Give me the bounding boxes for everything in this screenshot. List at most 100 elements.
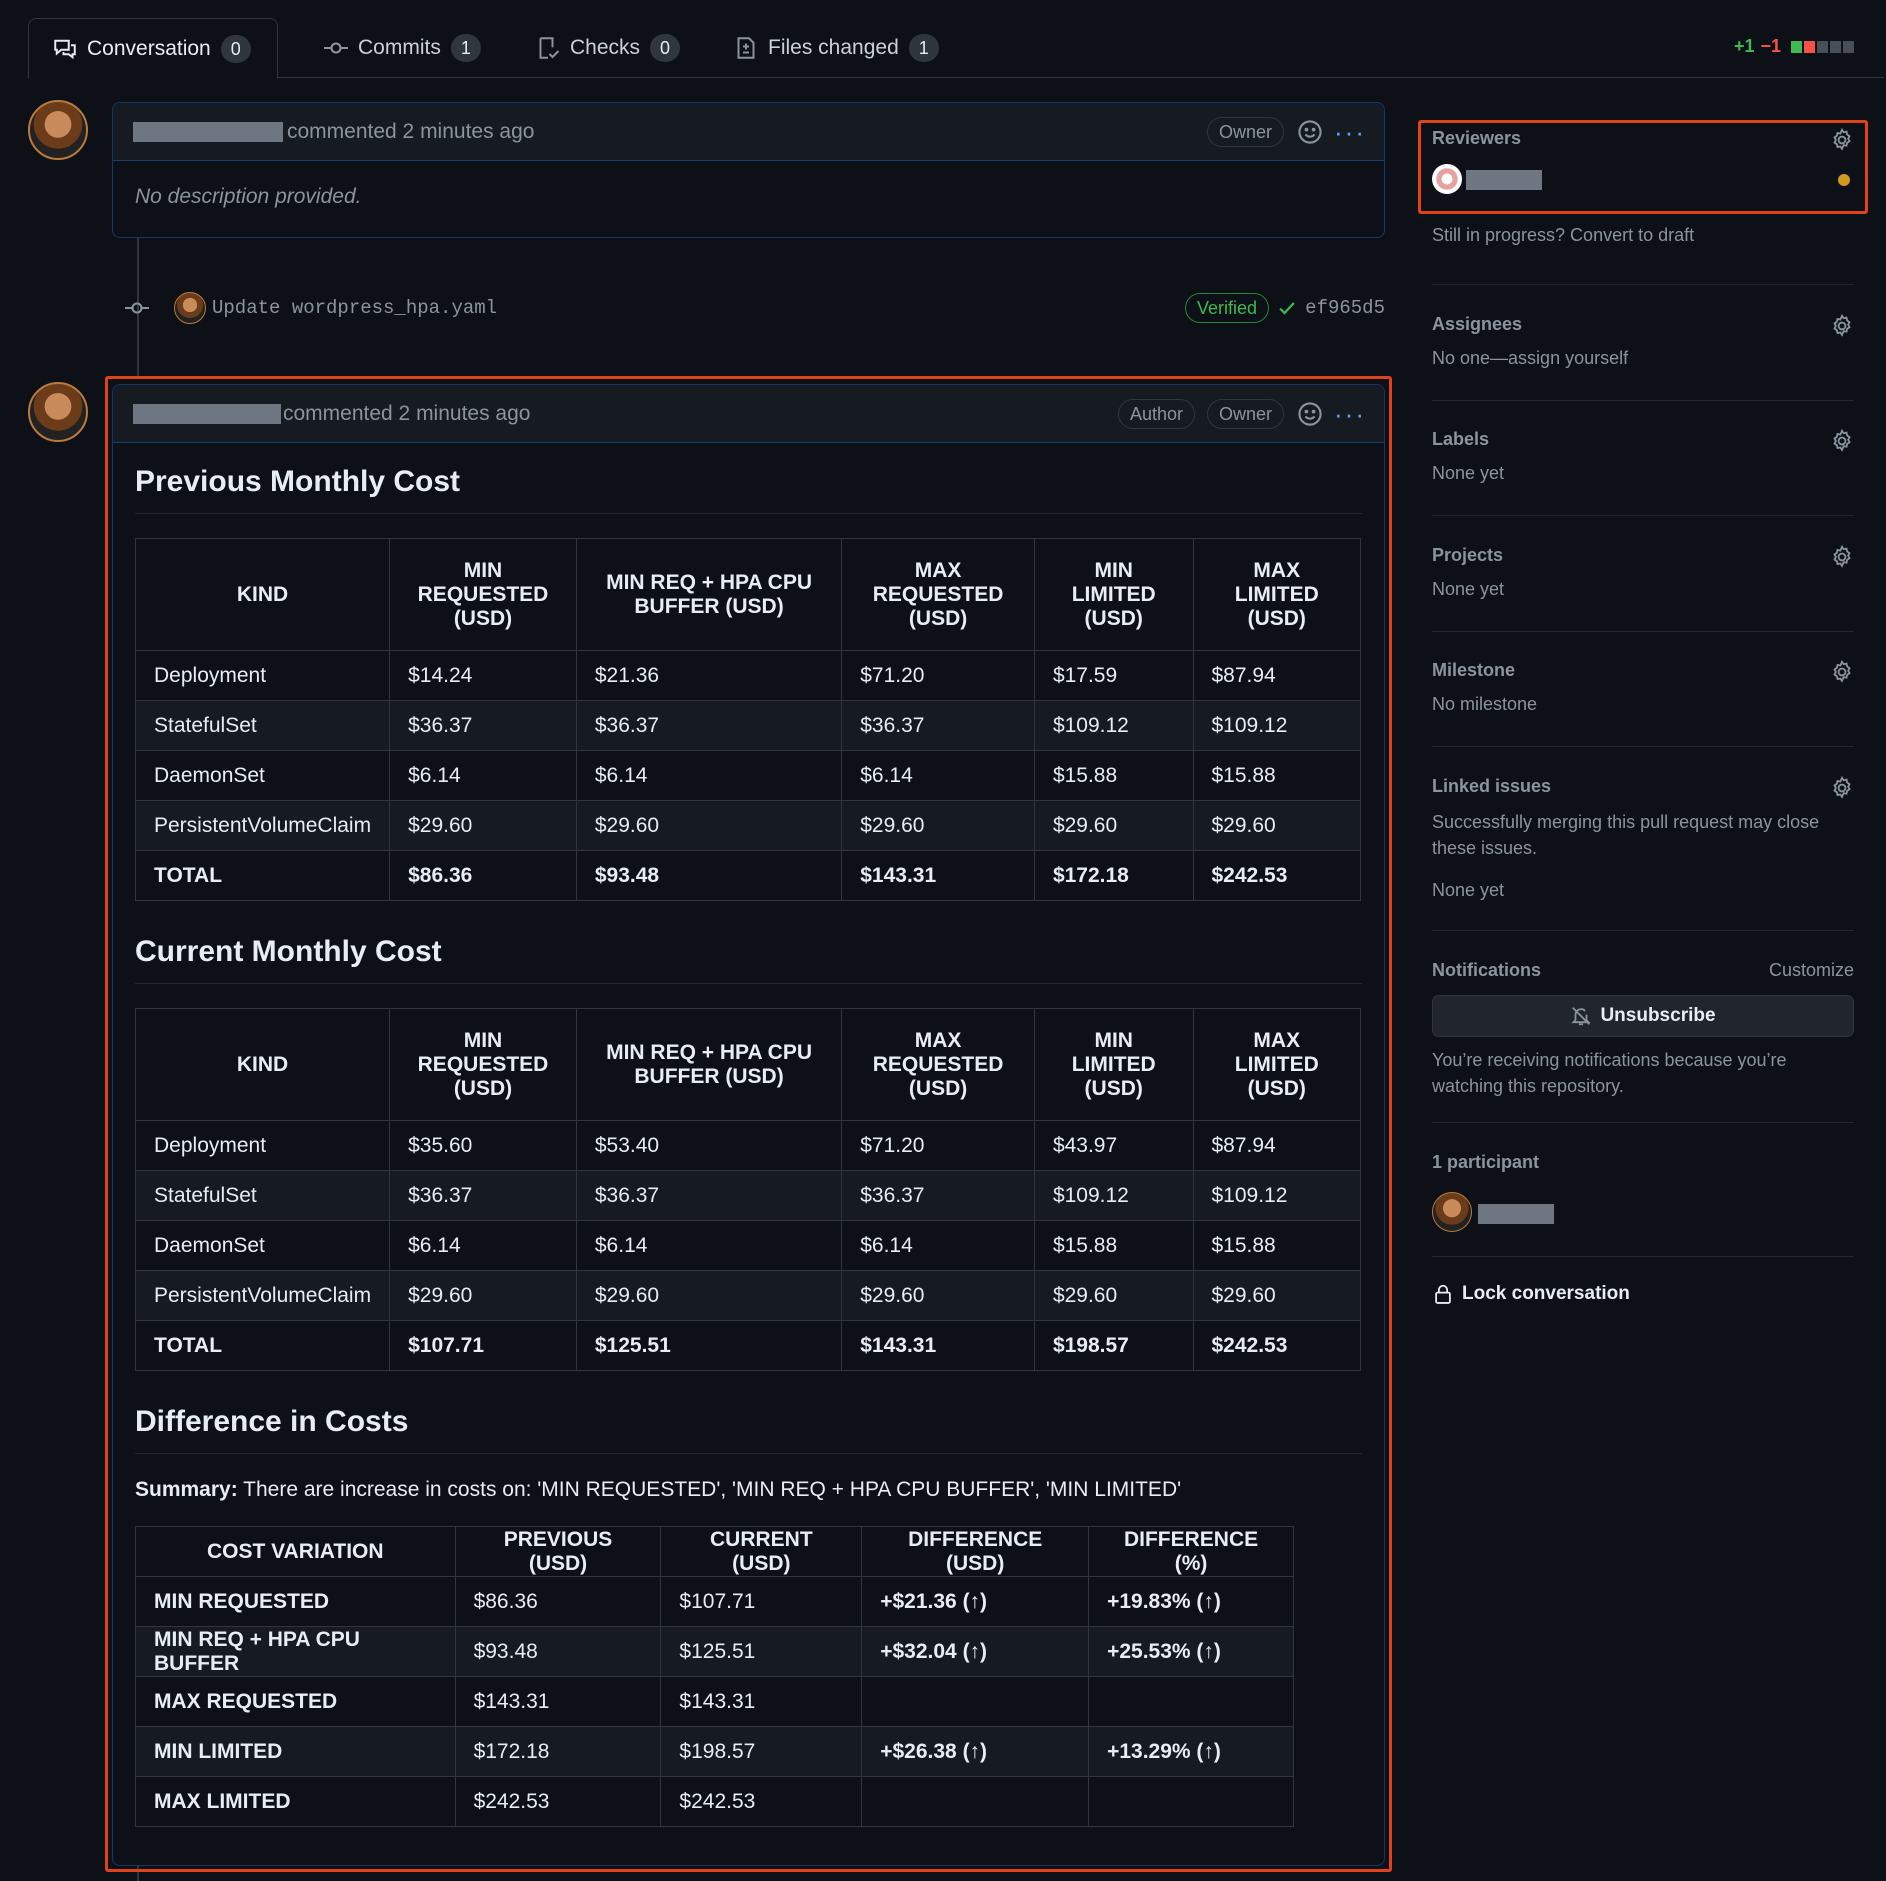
table-cell: $143.31: [660, 1676, 863, 1727]
kebab-menu-icon[interactable]: ···: [1334, 118, 1364, 146]
table-cell: PersistentVolumeClaim: [134, 1270, 391, 1321]
lock-icon: [1435, 1284, 1451, 1304]
gear-icon[interactable]: [1830, 660, 1854, 684]
bell-slash-icon: [1571, 1007, 1592, 1026]
smiley-icon[interactable]: [1296, 400, 1324, 428]
table-cell: +$26.38 (↑): [861, 1726, 1090, 1777]
previous-cost-table: KIND MIN REQUESTED (USD) MIN REQ + HPA C…: [134, 538, 1361, 901]
table-cell: $15.88: [1033, 1220, 1194, 1271]
table-row: MAX LIMITED $242.53 $242.53: [135, 1776, 1294, 1827]
tab-files-changed[interactable]: Files changed 1: [710, 18, 963, 78]
table-cell: $242.53: [660, 1776, 863, 1827]
convert-to-draft-link[interactable]: Still in progress? Convert to draft: [1432, 222, 1854, 248]
author-badge: Author: [1117, 399, 1195, 429]
column-header: MIN REQ + HPA CPU BUFFER (USD): [575, 538, 843, 651]
table-cell: MAX LIMITED: [135, 1776, 456, 1827]
redacted-username[interactable]: [133, 403, 281, 424]
difference-summary: Summary: There are increase in costs on:…: [135, 1478, 1362, 1502]
commit-author-avatar[interactable]: [174, 292, 206, 324]
diffstat-removed: −1: [1760, 36, 1781, 56]
reviewers-title[interactable]: Reviewers: [1432, 128, 1854, 149]
assign-yourself-link[interactable]: No one—assign yourself: [1432, 345, 1854, 371]
column-header: MAX LIMITED (USD): [1192, 1008, 1361, 1121]
reviewer-avatar[interactable]: [1432, 164, 1462, 194]
commit-icon: [324, 42, 348, 54]
sidebar-participants: 1 participant: [1432, 1152, 1854, 1232]
table-cell: $15.88: [1192, 750, 1361, 801]
notifications-reason: You’re receiving notifications because y…: [1432, 1050, 1787, 1096]
tab-checks[interactable]: Checks 0: [512, 18, 704, 78]
divider: [1432, 284, 1854, 285]
sidebar-milestone: Milestone No milestone: [1432, 660, 1854, 720]
comment-timestamp[interactable]: commented 2 minutes ago: [283, 402, 530, 426]
column-header: MAX LIMITED (USD): [1192, 538, 1361, 651]
comment-body: No description provided.: [135, 185, 362, 208]
avatar[interactable]: [28, 100, 88, 160]
linked-issues-description: Successfully merging this pull request m…: [1432, 812, 1820, 858]
table-row: TOTAL $107.71 $125.51 $143.31 $198.57 $242.53: [134, 1320, 1361, 1371]
linked-issues-value: None yet: [1432, 880, 1505, 900]
assignees-title[interactable]: Assignees: [1432, 314, 1854, 335]
milestone-title[interactable]: Milestone: [1432, 660, 1854, 681]
redacted-participant-name[interactable]: [1478, 1204, 1554, 1224]
table-cell: DaemonSet: [134, 750, 391, 801]
redacted-username[interactable]: [133, 121, 283, 142]
table-cell: $86.36: [454, 1576, 662, 1627]
diffstat-blocks: [1791, 40, 1854, 53]
table-cell: MIN LIMITED: [135, 1726, 456, 1777]
tab-conversation[interactable]: Conversation 0: [28, 18, 278, 79]
column-header: CURRENT (USD): [660, 1526, 863, 1577]
comment-actions: Owner ···: [1206, 103, 1364, 161]
labels-title[interactable]: Labels: [1432, 429, 1854, 450]
lock-conversation-link[interactable]: Lock conversation: [1432, 1282, 1854, 1306]
column-header: KIND: [134, 1008, 391, 1121]
customize-link[interactable]: Customize: [1769, 960, 1854, 980]
table-row: StatefulSet $36.37 $36.37 $36.37 $109.12 $109…: [134, 700, 1361, 751]
table-row: MIN LIMITED $172.18 $198.57 +$26.38 (↑) +13.…: [135, 1726, 1294, 1777]
table-row: MIN REQ + HPA CPU BUFFER $93.48 $125.51 +$3…: [135, 1626, 1294, 1677]
gear-icon[interactable]: [1830, 776, 1854, 800]
comment-header: commented 2 minutes ago Owner ···: [113, 103, 1384, 161]
table-cell: StatefulSet: [134, 700, 391, 751]
comment-timestamp[interactable]: commented 2 minutes ago: [287, 120, 534, 144]
checklist-icon: [539, 37, 560, 59]
table-cell: Deployment: [134, 650, 391, 701]
table-cell: $36.37: [841, 700, 1035, 751]
divider: [1432, 930, 1854, 931]
linked-issues-title[interactable]: Linked issues: [1432, 776, 1854, 797]
milestone-value: No milestone: [1432, 694, 1538, 714]
avatar[interactable]: [28, 382, 88, 442]
table-cell: TOTAL: [134, 850, 391, 901]
table-cell: $143.31: [841, 850, 1035, 901]
commit-sha[interactable]: ef965d5: [1305, 297, 1385, 319]
table-cell: [1088, 1776, 1294, 1827]
table-cell: $6.14: [841, 750, 1035, 801]
table-cell: $29.60: [389, 1270, 577, 1321]
unsubscribe-button[interactable]: Unsubscribe: [1432, 995, 1854, 1037]
table-cell: [1088, 1676, 1294, 1727]
comment-actions: Author Owner ···: [1117, 385, 1364, 443]
table-cell: $109.12: [1033, 700, 1194, 751]
table-cell: MIN REQUESTED: [135, 1576, 456, 1627]
kebab-menu-icon[interactable]: ···: [1334, 400, 1364, 428]
gear-icon[interactable]: [1830, 545, 1854, 569]
comment-box-cost-report: commented 2 minutes ago Author Owner ···…: [112, 384, 1385, 1866]
gear-icon[interactable]: [1830, 429, 1854, 453]
participant-avatar[interactable]: [1432, 1192, 1472, 1232]
table-cell: $125.51: [660, 1626, 863, 1677]
verified-badge[interactable]: Verified: [1184, 293, 1269, 323]
tab-commits[interactable]: Commits 1: [300, 18, 505, 78]
table-cell: $87.94: [1192, 1120, 1361, 1171]
table-cell: +25.53% (↑): [1088, 1626, 1294, 1677]
redacted-reviewer-name[interactable]: [1466, 170, 1542, 190]
gear-icon[interactable]: [1830, 128, 1854, 152]
commit-message[interactable]: Update wordpress_hpa.yaml: [212, 297, 497, 319]
projects-title[interactable]: Projects: [1432, 545, 1854, 566]
column-header: DIFFERENCE (%): [1088, 1526, 1294, 1577]
smiley-icon[interactable]: [1296, 118, 1324, 146]
table-row: Deployment $35.60 $53.40 $71.20 $43.97 $87.94: [134, 1120, 1361, 1171]
table-row: MAX REQUESTED $143.31 $143.31: [135, 1676, 1294, 1727]
table-cell: $242.53: [454, 1776, 662, 1827]
gear-icon[interactable]: [1830, 314, 1854, 338]
table-cell: $6.14: [575, 750, 843, 801]
